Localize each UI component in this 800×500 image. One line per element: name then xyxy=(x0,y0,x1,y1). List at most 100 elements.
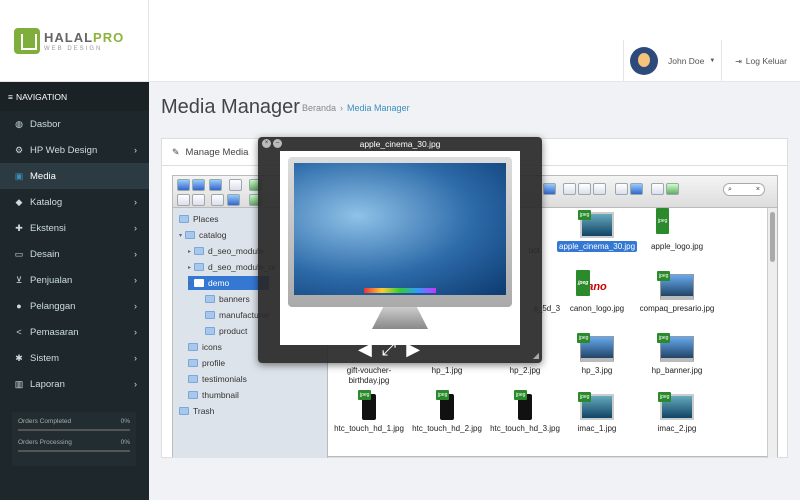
grid-view-icon[interactable] xyxy=(563,183,576,195)
scrollbar[interactable] xyxy=(767,208,777,458)
expand-icon[interactable]: ▾ xyxy=(179,232,182,239)
expand-icon[interactable]: ▾ xyxy=(188,280,191,287)
chevron-right-icon: › xyxy=(134,249,137,259)
sidebar-item-laporan[interactable]: ▥ Laporan › xyxy=(0,371,149,397)
prev-icon[interactable]: ◀ xyxy=(358,340,372,358)
eye-icon[interactable] xyxy=(615,183,628,195)
sidebar-item-penjualan[interactable]: ⊻ Penjualan › xyxy=(0,267,149,293)
expand-icon[interactable]: ▸ xyxy=(188,248,191,255)
tree-node-icons[interactable]: icons xyxy=(188,340,222,354)
file-item[interactable]: jpeg apple_logo.jpg xyxy=(637,208,717,252)
tree-node-d-seo-module[interactable]: ▸ d_seo_module xyxy=(188,244,264,258)
sidebar-item-pelanggan[interactable]: ● Pelanggan › xyxy=(0,293,149,319)
sidebar-item-label: Pelanggan xyxy=(30,300,76,312)
folder-icon xyxy=(179,407,189,415)
settings-icon[interactable] xyxy=(666,183,679,195)
reload-icon[interactable] xyxy=(229,179,242,191)
details-view-icon[interactable] xyxy=(578,183,591,195)
chevron-right-icon: › xyxy=(134,145,137,155)
brand-sub: WEB DESIGN xyxy=(44,45,103,52)
help-icon[interactable] xyxy=(227,194,240,206)
tree-node-label: Trash xyxy=(193,406,215,416)
tree-node-testimonials[interactable]: testimonials xyxy=(188,372,247,386)
sidebar-item-label: Katalog xyxy=(30,196,63,208)
jpeg-badge: jpeg xyxy=(436,390,450,400)
tree-node-catalog[interactable]: ▾ catalog xyxy=(179,228,226,242)
viewer-nav: ◀ ⤢ ▶ xyxy=(358,340,420,358)
folder-icon xyxy=(188,343,198,351)
copy-icon[interactable] xyxy=(192,194,205,206)
expand-icon[interactable]: ▸ xyxy=(188,264,191,271)
file-name: gift-voucher-birthday.jpg xyxy=(346,366,392,385)
monitor-stand xyxy=(372,307,428,329)
sidebar-item-label: Pemasaran xyxy=(30,326,79,338)
minimize-icon[interactable]: – xyxy=(273,139,282,148)
folder-icon xyxy=(185,231,196,239)
file-item[interactable]: jpeg hp_banner.jpg xyxy=(637,333,717,376)
file-item[interactable]: jpeg htc_touch_hd_3.jpg xyxy=(485,390,565,434)
sidebar-item-label: Desain xyxy=(30,248,60,260)
tree-node-product[interactable]: product xyxy=(205,324,247,338)
brand-logo[interactable]: HALALPRO WEB DESIGN xyxy=(0,0,149,82)
sidebar-item-pemasaran[interactable]: < Pemasaran › xyxy=(0,319,149,345)
info-icon[interactable] xyxy=(630,183,643,195)
file-item[interactable]: jpeg imac_1.jpg xyxy=(557,392,637,434)
back-icon[interactable] xyxy=(177,179,190,191)
close-icon[interactable]: × xyxy=(262,139,271,148)
tree-node-profile[interactable]: profile xyxy=(188,356,225,370)
forward-icon[interactable] xyxy=(192,179,205,191)
clear-icon[interactable]: × xyxy=(756,186,760,193)
sidebar-item-sistem[interactable]: ✱ Sistem › xyxy=(0,345,149,371)
share-icon: < xyxy=(16,327,22,337)
breadcrumb-home[interactable]: Beranda xyxy=(302,103,336,113)
avatar xyxy=(630,47,658,75)
tree-node-banners[interactable]: banners xyxy=(205,292,250,306)
sidebar-item-hp-web-design[interactable]: ⚙ HP Web Design › xyxy=(0,137,149,163)
up-icon[interactable] xyxy=(209,179,222,191)
file-item[interactable]: jpeg imac_2.jpg xyxy=(637,392,717,434)
sidebar-item-dasbor[interactable]: ◍ Dasbor xyxy=(0,111,149,137)
sidebar-item-desain[interactable]: ▭ Desain › xyxy=(0,241,149,267)
user-menu[interactable]: John Doe ▼ xyxy=(623,40,721,82)
jpeg-badge: jpeg xyxy=(514,390,528,400)
sort-icon[interactable] xyxy=(651,183,664,195)
sidebar-item-ekstensi[interactable]: ✚ Ekstensi › xyxy=(0,215,149,241)
tree-node-trash[interactable]: Trash xyxy=(179,404,214,418)
file-thumbnail: jpeg xyxy=(436,390,454,420)
chevron-right-icon: › xyxy=(134,223,137,233)
caret-down-icon: ▼ xyxy=(709,58,716,64)
tree-node-label: banners xyxy=(219,294,250,304)
delete-icon[interactable] xyxy=(211,194,224,206)
stat-label: Orders Processing xyxy=(18,439,72,446)
viewer-title: apple_cinema_30.jpg xyxy=(359,139,441,149)
next-icon[interactable]: ▶ xyxy=(406,340,420,358)
sidebar-item-label: HP Web Design xyxy=(30,144,98,156)
file-thumbnail: jpeg xyxy=(578,210,614,238)
chevron-right-icon: › xyxy=(134,327,137,337)
file-item[interactable]: jpeg htc_touch_hd_2.jpg xyxy=(407,390,487,434)
tiles-view-icon[interactable] xyxy=(593,183,606,195)
file-item[interactable]: jpeg compaq_presario.jpg xyxy=(637,271,717,314)
tree-node-places[interactable]: Places xyxy=(179,212,219,226)
file-thumbnail: jpeg xyxy=(656,208,694,238)
breadcrumb-current[interactable]: Media Manager xyxy=(347,103,410,113)
logout-button[interactable]: ⇥ Log Keluar xyxy=(721,40,800,82)
sidebar-item-label: Media xyxy=(30,170,56,182)
file-item[interactable]: jpeg htc_touch_hd_1.jpg xyxy=(329,390,409,434)
sidebar-item-katalog[interactable]: ◆ Katalog › xyxy=(0,189,149,215)
resize-handle-icon[interactable]: ◢ xyxy=(533,351,539,360)
viewer-title-bar[interactable]: × – apple_cinema_30.jpg xyxy=(258,137,542,151)
sidebar-item-media[interactable]: ▣ Media xyxy=(0,163,149,189)
resize-icon[interactable] xyxy=(543,183,556,195)
logo-icon xyxy=(14,28,40,54)
search-input[interactable]: ⌕ × xyxy=(723,183,765,196)
stat-item: Orders Completed 0% xyxy=(18,418,130,431)
tree-node-thumbnail[interactable]: thumbnail xyxy=(188,388,239,402)
list-view-icon[interactable] xyxy=(177,194,190,206)
search-icon: ⌕ xyxy=(728,185,732,193)
fullscreen-icon[interactable]: ⤢ xyxy=(382,340,396,358)
file-name: imac_2.jpg xyxy=(657,424,697,433)
file-item[interactable]: jpeg hp_3.jpg xyxy=(557,333,637,376)
scrollbar-thumb[interactable] xyxy=(770,212,775,262)
chevron-right-icon: › xyxy=(134,301,137,311)
